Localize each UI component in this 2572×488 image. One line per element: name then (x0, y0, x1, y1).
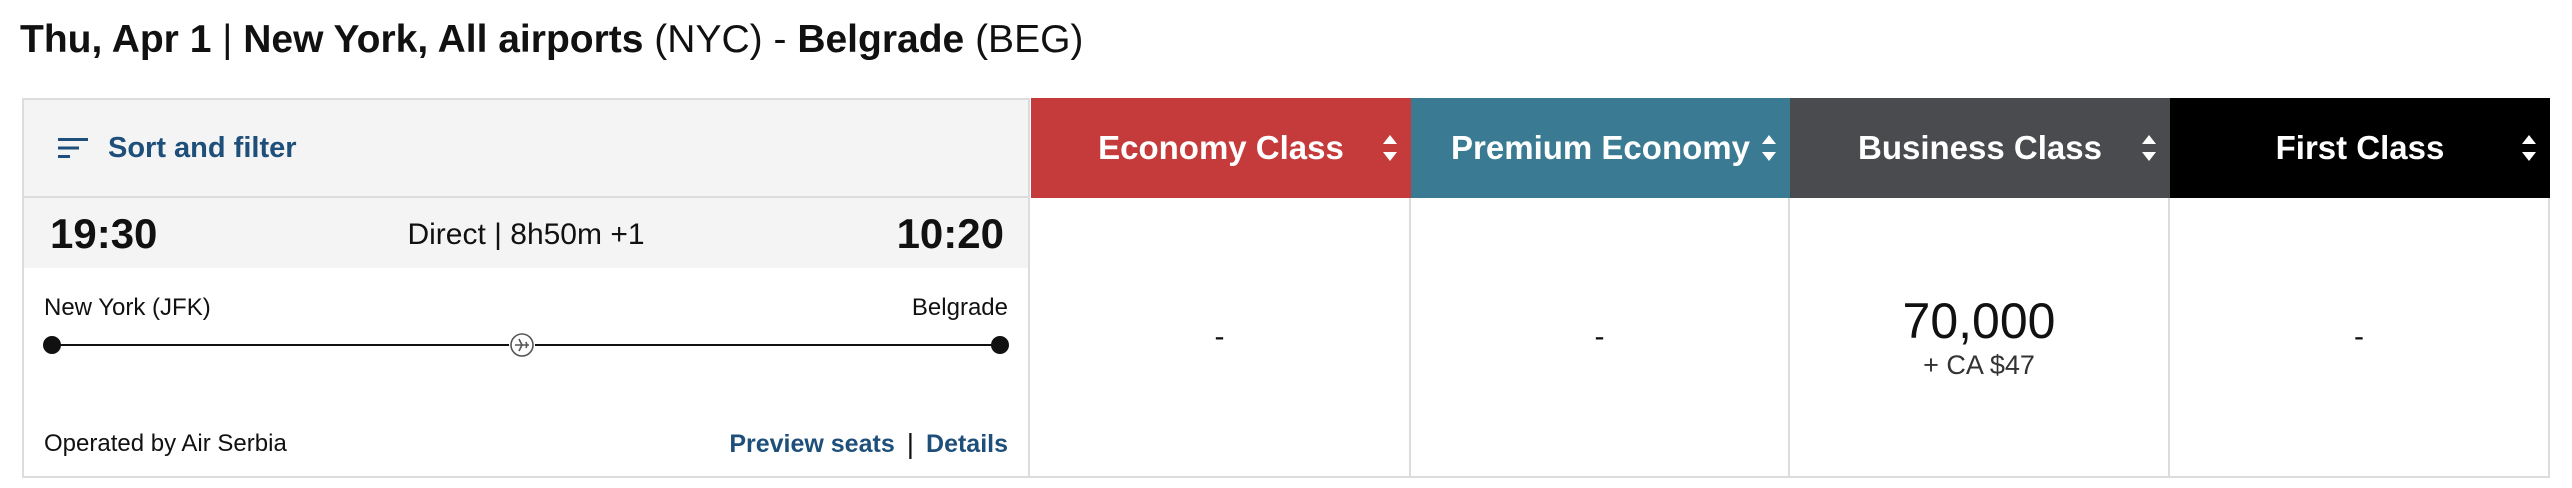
flight-results-table: Sort and filter Economy Class Premium Ec… (22, 98, 2550, 478)
business-fare-tax: + CA $47 (1923, 349, 2035, 380)
flight-links: Preview seats | Details (729, 428, 1008, 460)
column-header-first[interactable]: First Class (2170, 98, 2550, 198)
origin-airport: New York (JFK) (44, 294, 211, 321)
column-header-business[interactable]: Business Class (1790, 98, 2170, 198)
heading-dash: - (773, 18, 787, 61)
fare-cell-premium-economy: - (1411, 198, 1790, 478)
flight-info-cell: 19:30 Direct | 8h50m +1 10:20 New York (… (22, 198, 1030, 478)
details-link[interactable]: Details (926, 430, 1008, 459)
sort-and-filter-label: Sort and filter (108, 131, 297, 164)
business-class-label: Business Class (1858, 129, 2102, 166)
destination-airport: Belgrade (911, 294, 1008, 321)
filter-lines-icon (58, 138, 88, 158)
sort-arrows-icon (2522, 135, 2536, 161)
first-class-label: First Class (2275, 129, 2445, 166)
preview-seats-link[interactable]: Preview seats (729, 430, 894, 459)
link-separator: | (906, 428, 915, 459)
travel-date: Thu, Apr 1 (20, 18, 212, 61)
premium-fare-unavailable: - (1594, 320, 1605, 353)
destination-code: (BEG) (975, 18, 1084, 61)
business-fare-miles: 70,000 (1902, 292, 2056, 349)
first-fare-unavailable: - (2354, 320, 2364, 353)
origin-dot (43, 336, 61, 354)
arrival-time: 10:20 (896, 210, 1004, 257)
origin-city: New York, All airports (243, 18, 644, 61)
column-header-economy[interactable]: Economy Class (1031, 98, 1411, 198)
destination-dot (991, 336, 1009, 354)
fare-cell-first: - (2170, 198, 2550, 478)
fare-cell-business[interactable]: 70,000 + CA $47 (1790, 198, 2170, 478)
flight-times-bar: 19:30 Direct | 8h50m +1 10:20 (24, 198, 1028, 268)
operated-by: Operated by Air Serbia (44, 430, 287, 457)
premium-economy-label: Premium Economy (1451, 129, 1750, 166)
economy-fare-unavailable: - (1214, 320, 1225, 353)
heading-separator: | (222, 18, 233, 61)
origin-code: (NYC) (654, 18, 763, 61)
sort-and-filter-button[interactable]: Sort and filter (22, 98, 1030, 198)
economy-class-label: Economy Class (1098, 129, 1344, 166)
flight-summary: Direct | 8h50m +1 (407, 218, 645, 251)
sort-arrows-icon (1762, 135, 1776, 161)
column-header-premium-economy[interactable]: Premium Economy (1411, 98, 1790, 198)
route-heading: Thu, Apr 1 | New York, All airports (NYC… (20, 10, 1083, 70)
airplane-icon (509, 332, 535, 358)
sort-arrows-icon (2142, 135, 2156, 161)
fare-cell-economy: - (1030, 198, 1411, 478)
sort-arrows-icon (1383, 135, 1397, 161)
destination-city: Belgrade (797, 18, 965, 61)
